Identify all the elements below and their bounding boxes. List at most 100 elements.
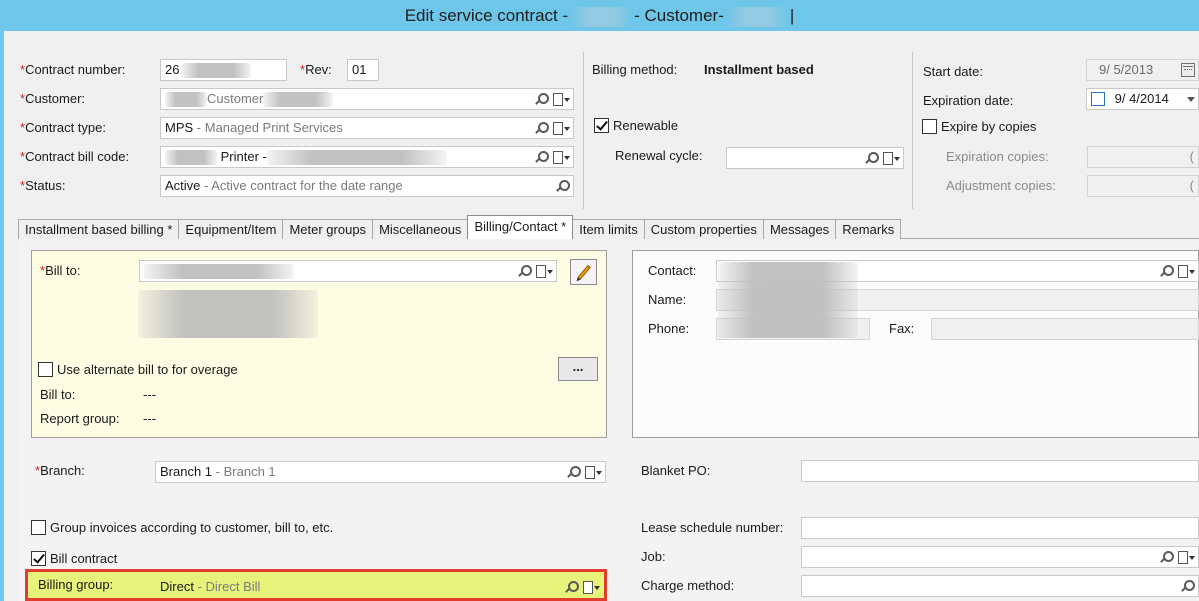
- bill-contract-checkbox[interactable]: [31, 551, 46, 566]
- document-dropdown-icon[interactable]: [582, 580, 600, 595]
- charge-method-label: Charge method:: [641, 578, 735, 593]
- tab-billing-contact[interactable]: Billing/Contact *: [467, 215, 574, 239]
- contract-type-label: *Contract type:: [20, 120, 106, 135]
- alternate-bill-to-browse-button[interactable]: ...: [558, 357, 598, 381]
- titlebar-right: [1174, 0, 1199, 31]
- expire-by-copies-label: Expire by copies: [941, 119, 1037, 134]
- window-titlebar: Edit service contract - - Customer- |: [0, 0, 1199, 31]
- adjustment-copies-field[interactable]: (: [1087, 175, 1199, 197]
- redacted-bill-to: [144, 264, 294, 280]
- report-group-value: ---: [143, 411, 156, 426]
- lease-schedule-label: Lease schedule number:: [641, 520, 784, 535]
- alt-bill-to-value: ---: [143, 387, 156, 402]
- group-invoices-row[interactable]: Group invoices according to customer, bi…: [31, 520, 333, 535]
- redacted-customer-id: [165, 92, 207, 108]
- contract-type-field[interactable]: MPS - Managed Print Services: [160, 117, 574, 139]
- search-icon[interactable]: [564, 580, 579, 595]
- contract-number-label: *Contract number:: [20, 62, 126, 77]
- tab-installment-based-billing[interactable]: Installment based billing *: [18, 219, 180, 239]
- lease-schedule-field[interactable]: [801, 517, 1199, 539]
- search-icon[interactable]: [555, 179, 570, 194]
- branch-label: *Branch:: [35, 463, 85, 478]
- tab-remarks[interactable]: Remarks: [835, 219, 902, 239]
- redacted-bill-code: [165, 150, 217, 166]
- renewable-checkbox[interactable]: [594, 118, 609, 133]
- blanket-po-field[interactable]: [801, 460, 1199, 482]
- document-dropdown-icon[interactable]: [552, 150, 570, 165]
- use-alternate-bill-to-checkbox[interactable]: [38, 362, 53, 377]
- job-field[interactable]: [801, 546, 1199, 568]
- billing-group-label: Billing group:: [38, 577, 114, 592]
- bill-to-label: *Bill to:: [40, 263, 81, 278]
- status-field[interactable]: Active - Active contract for the date ra…: [160, 175, 574, 197]
- search-icon[interactable]: [534, 121, 549, 136]
- header-separator-2: [912, 52, 913, 209]
- document-dropdown-icon[interactable]: [882, 151, 900, 166]
- tab-equipment-item[interactable]: Equipment/Item: [178, 219, 284, 239]
- bill-contract-label: Bill contract: [50, 551, 118, 566]
- document-dropdown-icon[interactable]: [535, 264, 553, 279]
- start-date-label: Start date:: [923, 64, 983, 79]
- calendar-icon[interactable]: [1181, 63, 1195, 77]
- document-dropdown-icon[interactable]: [552, 121, 570, 136]
- document-dropdown-icon[interactable]: [584, 465, 602, 480]
- tab-meter-groups[interactable]: Meter groups: [282, 219, 374, 239]
- expiration-date-field[interactable]: 9/ 4/2014: [1086, 88, 1199, 110]
- renewal-cycle-field[interactable]: [726, 147, 904, 169]
- expiration-copies-label: Expiration copies:: [946, 149, 1049, 164]
- contract-bill-code-field[interactable]: Printer -: [160, 146, 574, 168]
- rev-field[interactable]: 01: [347, 59, 379, 81]
- document-dropdown-icon[interactable]: [1177, 264, 1195, 279]
- contact-label: Contact:: [648, 263, 697, 278]
- search-icon[interactable]: [1159, 264, 1174, 279]
- document-dropdown-icon[interactable]: [552, 92, 570, 107]
- redacted-customer-name: [727, 6, 786, 27]
- phone-label: Phone:: [648, 321, 690, 336]
- rev-label: *Rev:: [300, 62, 332, 77]
- window-title-mid: - Customer-: [634, 6, 724, 25]
- expiration-copies-field[interactable]: (: [1087, 146, 1199, 168]
- search-icon[interactable]: [517, 264, 532, 279]
- expire-by-copies-checkbox[interactable]: [922, 119, 937, 134]
- tab-item-limits[interactable]: Item limits: [572, 219, 645, 239]
- tab-messages[interactable]: Messages: [762, 219, 837, 239]
- edit-bill-to-button[interactable]: [570, 259, 597, 285]
- expire-by-copies-row[interactable]: Expire by copies: [922, 119, 1036, 134]
- billing-group-field[interactable]: Direct - Direct Bill: [155, 576, 604, 598]
- use-alternate-bill-to-label: Use alternate bill to for overage: [57, 362, 238, 377]
- search-icon[interactable]: [864, 151, 879, 166]
- window-title-suffix: |: [789, 6, 795, 25]
- start-date-field[interactable]: 9/ 5/2013: [1086, 59, 1199, 81]
- customer-field[interactable]: Customer: [160, 88, 574, 110]
- bill-to-field[interactable]: [139, 260, 557, 282]
- redacted-bill-code-desc: [266, 150, 447, 166]
- search-icon[interactable]: [1159, 550, 1174, 565]
- header-separator-1: [583, 52, 584, 209]
- renewal-cycle-label: Renewal cycle:: [615, 148, 703, 163]
- fax-field[interactable]: [931, 318, 1199, 340]
- renewable-checkbox-row[interactable]: Renewable: [594, 118, 678, 133]
- tab-miscellaneous[interactable]: Miscellaneous: [372, 219, 469, 239]
- chevron-down-icon[interactable]: [1187, 96, 1195, 102]
- group-invoices-label: Group invoices according to customer, bi…: [50, 520, 334, 535]
- charge-method-field[interactable]: [801, 575, 1199, 597]
- document-dropdown-icon[interactable]: [1177, 550, 1195, 565]
- branch-field[interactable]: Branch 1 - Branch 1: [155, 461, 606, 483]
- contract-number-field[interactable]: 26: [160, 59, 287, 81]
- search-icon[interactable]: [566, 465, 581, 480]
- search-icon[interactable]: [534, 92, 549, 107]
- group-invoices-checkbox[interactable]: [31, 520, 46, 535]
- adjustment-copies-label: Adjustment copies:: [946, 178, 1056, 193]
- search-icon[interactable]: [534, 150, 549, 165]
- expiration-date-checkbox[interactable]: [1091, 91, 1105, 106]
- redacted-customer-name: [263, 92, 334, 108]
- tab-custom-properties[interactable]: Custom properties: [643, 219, 764, 239]
- search-icon[interactable]: [1180, 579, 1195, 594]
- alt-bill-to-label: Bill to:: [40, 387, 76, 402]
- contract-bill-code-label: *Contract bill code:: [20, 149, 130, 164]
- redacted-bill-to-address: [138, 290, 318, 338]
- edit-pencil-icon: [576, 264, 591, 280]
- billing-method-value: Installment based: [704, 62, 814, 77]
- use-alternate-bill-to-row[interactable]: Use alternate bill to for overage: [38, 362, 238, 377]
- bill-contract-row[interactable]: Bill contract: [31, 551, 117, 566]
